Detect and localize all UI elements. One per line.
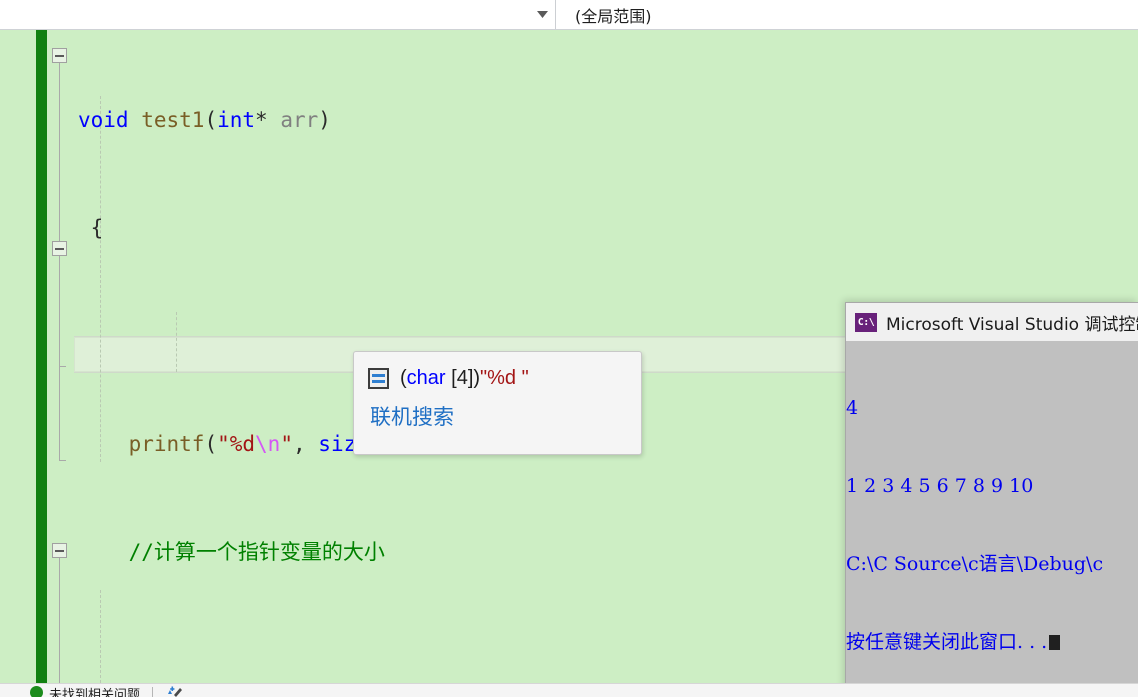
fold-rail[interactable] [47,30,77,683]
code-line: { [90,216,104,240]
constant-field-icon [368,367,389,389]
status-message: 未找到相关问题 [49,687,141,697]
fold-toggle-main[interactable] [52,543,67,558]
visual-studio-window: (全局范围) void test1(int* arr) { printf("%d… [0,0,1138,697]
status-bar: 未找到相关问题 [0,683,1138,697]
console-line: 4 [846,397,859,419]
chevron-down-icon[interactable] [529,0,555,29]
console-title-bar[interactable]: C:\ Microsoft Visual Studio 调试控制 [846,303,1138,341]
add-edit-icon[interactable] [165,684,183,697]
fold-toggle-for[interactable] [52,241,67,256]
console-line-text: 按任意键关闭此窗口. . . [846,631,1048,653]
fold-toggle-test1[interactable] [52,48,67,63]
quick-info-signature-row: (char [4])"%d " [368,363,627,393]
console-cursor [1049,635,1061,650]
debug-console-window[interactable]: C:\ Microsoft Visual Studio 调试控制 4 1 2 3… [845,302,1138,697]
console-line: C:\C Source\c语言\Debug\c [846,553,1104,575]
console-line-prompt: 按任意键关闭此窗口. . . [846,629,1138,655]
quick-info-tooltip: (char [4])"%d " 联机搜索 [353,351,642,455]
code-line: void test1(int* arr) [78,108,331,132]
navigation-bar: (全局范围) [0,0,1138,30]
member-dropdown[interactable] [0,0,556,29]
ready-dot-icon [30,686,43,697]
signature-value: "%d " [480,366,529,389]
signature-type: char [406,366,446,389]
fold-line [59,366,60,460]
console-icon: C:\ [855,312,877,332]
fold-line [59,558,60,683]
signature-prefix: ( [400,366,407,389]
online-search-link[interactable]: 联机搜索 [370,401,627,431]
status-divider [152,687,154,697]
change-tracking-bar [36,30,47,683]
fold-line [59,63,60,242]
fold-end [59,460,66,461]
console-line: 1 2 3 4 5 6 7 8 9 10 [846,475,1034,497]
console-output[interactable]: 4 1 2 3 4 5 6 7 8 9 10 C:\C Source\c语言\D… [846,341,1138,697]
fold-end [59,366,66,367]
signature-array: [4]) [445,366,481,389]
scope-label: (全局范围) [575,6,652,26]
fold-line [59,256,60,366]
quick-info-signature: (char [4])"%d " [400,367,529,390]
console-title: Microsoft Visual Studio 调试控制 [886,314,1138,335]
